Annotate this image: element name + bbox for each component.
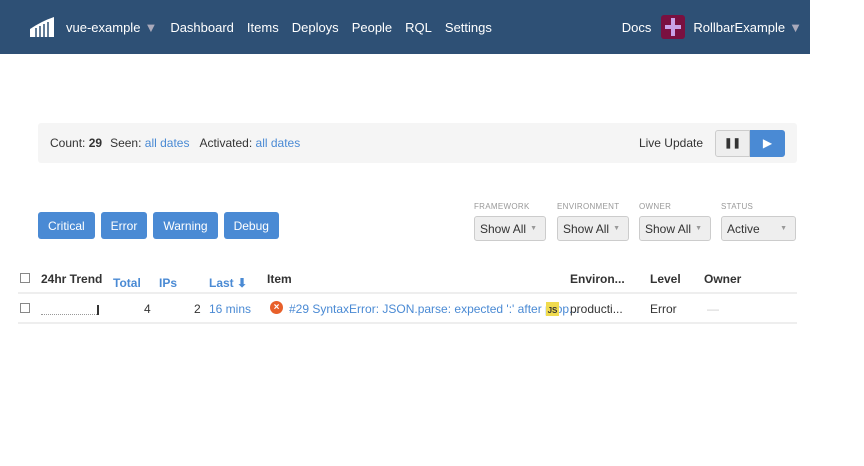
activated-label: Activated: — [199, 136, 253, 150]
nav-rql[interactable]: RQL — [405, 20, 432, 35]
chevron-down-icon: ▼ — [530, 225, 537, 232]
header-environment: Environ... — [570, 272, 625, 286]
pause-icon: ❚❚ — [724, 137, 741, 149]
top-nav: vue-example ▼ Dashboard Items Deploys Peo… — [0, 0, 810, 54]
select-all-checkbox[interactable] — [20, 273, 30, 283]
nav-people[interactable]: People — [352, 20, 392, 35]
error-icon: × — [270, 301, 283, 314]
seen-label: Seen: — [110, 136, 142, 150]
row-environment: producti... — [570, 302, 623, 316]
owner-filter: OWNER Show All ▼ — [639, 202, 711, 241]
chevron-down-icon: ▼ — [613, 225, 620, 232]
avatar[interactable] — [661, 15, 686, 39]
critical-button[interactable]: Critical — [38, 212, 95, 239]
row-checkbox[interactable] — [20, 303, 30, 313]
framework-filter: FRAMEWORK Show All ▼ — [474, 202, 546, 241]
table-row[interactable]: 4 2 16 mins × #29 SyntaxError: JSON.pars… — [18, 294, 797, 324]
row-ips: 2 — [194, 302, 201, 316]
project-dropdown[interactable]: vue-example ▼ — [66, 20, 157, 35]
row-level: Error — [650, 302, 677, 316]
javascript-icon: JS — [546, 302, 559, 316]
chevron-down-icon: ▼ — [780, 225, 787, 232]
header-last[interactable]: Last ⬇ — [209, 276, 247, 290]
summary-bar: Count: 29 Seen: all dates Activated: all… — [38, 123, 797, 163]
seen-link[interactable]: all dates — [145, 136, 190, 150]
nav-settings[interactable]: Settings — [445, 20, 492, 35]
warning-button[interactable]: Warning — [153, 212, 218, 239]
play-button[interactable]: ▶ — [750, 129, 785, 157]
filter-label: FRAMEWORK — [474, 202, 530, 211]
header-ips[interactable]: IPs — [159, 276, 177, 290]
header-item: Item — [267, 272, 292, 286]
rollbar-logo-icon[interactable] — [30, 17, 54, 37]
live-update-label: Live Update — [638, 136, 703, 150]
play-icon: ▶ — [762, 136, 773, 150]
nav-docs[interactable]: Docs — [622, 20, 652, 35]
table-header: 24hr Trend Total IPs Last ⬇ Item Environ… — [18, 264, 797, 294]
owner-select[interactable]: Show All ▼ — [639, 216, 711, 241]
row-last[interactable]: 16 mins — [209, 302, 251, 316]
nav-deploys[interactable]: Deploys — [292, 20, 339, 35]
header-trend: 24hr Trend — [41, 272, 103, 286]
status-filter: STATUS Active ▼ — [721, 202, 796, 241]
environment-filter: ENVIRONMENT Show All ▼ — [557, 202, 629, 241]
row-item-link[interactable]: #29 SyntaxError: JSON.parse: expected ':… — [289, 302, 579, 316]
row-owner[interactable]: — — [707, 302, 719, 316]
trend-sparkline — [41, 305, 99, 315]
header-owner: Owner — [704, 272, 742, 286]
nav-dashboard[interactable]: Dashboard — [170, 20, 234, 35]
account-dropdown[interactable]: RollbarExample ▼ — [693, 20, 802, 35]
activated-link[interactable]: all dates — [256, 136, 301, 150]
filter-label: STATUS — [721, 202, 754, 211]
nav-items[interactable]: Items — [247, 20, 279, 35]
pause-button[interactable]: ❚❚ — [715, 129, 750, 157]
environment-select[interactable]: Show All ▼ — [557, 216, 629, 241]
level-filters: Critical Error Warning Debug — [38, 212, 279, 239]
row-total: 4 — [144, 302, 151, 316]
debug-button[interactable]: Debug — [223, 212, 279, 239]
header-total[interactable]: Total — [113, 276, 141, 290]
error-button[interactable]: Error — [100, 212, 148, 239]
chevron-down-icon: ▼ — [695, 225, 702, 232]
status-select[interactable]: Active ▼ — [721, 216, 796, 241]
count: Count: 29 — [50, 136, 103, 150]
filter-label: OWNER — [639, 202, 672, 211]
filter-label: ENVIRONMENT — [557, 202, 620, 211]
header-level: Level — [650, 272, 681, 286]
framework-select[interactable]: Show All ▼ — [474, 216, 546, 241]
